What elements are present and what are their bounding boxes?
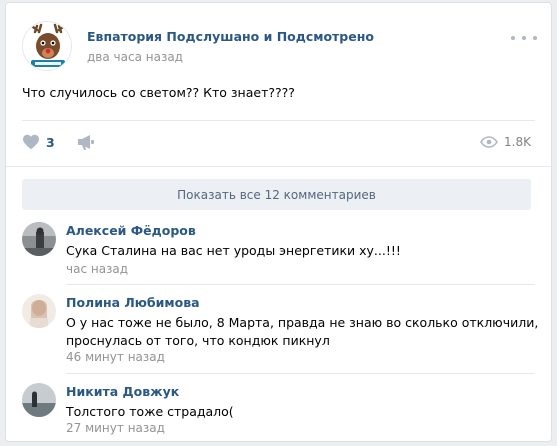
avatar[interactable]: [22, 294, 56, 328]
avatar-photo: [22, 294, 56, 328]
comment-author-link[interactable]: Алексей Фёдоров: [66, 223, 196, 238]
comment-author-link[interactable]: Полина Любимова: [66, 295, 200, 310]
divider: [66, 284, 535, 285]
comment-item: Алексей Фёдоров Сука Сталина на вас нет …: [22, 222, 537, 276]
post-timestamp[interactable]: два часа назад: [87, 50, 183, 64]
comment-text-line: Толстого тоже страдало(: [66, 404, 234, 419]
group-avatar[interactable]: [22, 21, 72, 71]
comment-timestamp[interactable]: 27 минут назад: [66, 421, 165, 435]
comment-text: О у нас тоже не было, 8 Марта, правда не…: [66, 314, 538, 350]
post-text: Что случилось со светом?? Кто знает????: [22, 85, 295, 100]
avatar-photo: [22, 222, 56, 256]
views-counter: 1.8K: [480, 130, 531, 154]
avatar-photo: [22, 383, 56, 417]
more-dots-icon[interactable]: [511, 30, 537, 46]
views-count: 1.8K: [504, 135, 531, 149]
divider: [22, 120, 535, 121]
group-name-link[interactable]: Евпатория Подслушано и Подсмотрено: [87, 29, 374, 44]
comment-text-line: проснулась от того, что кондюк пикнул: [66, 333, 330, 348]
megaphone-icon: [78, 135, 94, 150]
divider: [6, 166, 551, 167]
like-count: 3: [46, 134, 55, 150]
comment-text-line: Сука Сталина на вас нет уроды энергетики…: [66, 243, 401, 258]
eye-icon: [480, 136, 498, 148]
comment-timestamp[interactable]: 46 минут назад: [66, 350, 165, 364]
comment-author-link[interactable]: Никита Довжук: [66, 384, 179, 399]
reindeer-logo-icon: [23, 22, 71, 70]
like-button[interactable]: 3: [22, 130, 55, 154]
avatar[interactable]: [22, 222, 56, 256]
avatar[interactable]: [22, 383, 56, 417]
comment-timestamp[interactable]: час назад: [66, 262, 128, 276]
heart-icon: [23, 134, 39, 150]
comment-item: Полина Любимова О у нас тоже не было, 8 …: [22, 294, 538, 364]
post-card: Евпатория Подслушано и Подсмотрено два ч…: [5, 2, 552, 442]
comment-item: Никита Довжук Толстого тоже страдало( 27…: [22, 383, 537, 435]
show-all-comments-button[interactable]: Показать все 12 комментариев: [22, 179, 531, 210]
share-button[interactable]: [76, 133, 96, 151]
divider: [66, 373, 535, 374]
comment-text: Толстого тоже страдало(: [66, 403, 234, 421]
comment-text-line: О у нас тоже не было, 8 Марта, правда не…: [66, 315, 539, 330]
comment-text: Сука Сталина на вас нет уроды энергетики…: [66, 242, 401, 260]
